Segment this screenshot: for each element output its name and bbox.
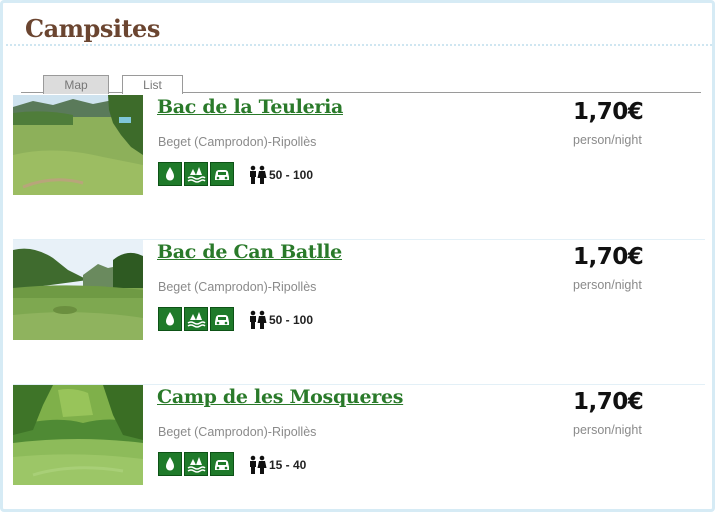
campsite-photo[interactable] [13, 385, 143, 485]
car-icon [210, 307, 234, 331]
campsite-location: Beget (Camprodon)-Ripollès [158, 425, 317, 439]
tab-list[interactable]: List [122, 75, 183, 94]
view-tabs: Map List [21, 73, 701, 94]
capacity-range: 50 - 100 [269, 168, 314, 182]
campsite-card: Camp de les Mosqueres Beget (Camprodon)-… [13, 385, 705, 512]
price: 1,70€ [573, 244, 644, 270]
tab-map[interactable]: Map [43, 75, 109, 94]
people-icon [250, 455, 267, 474]
capacity-range: 50 - 100 [269, 313, 314, 327]
price-unit: person/night [573, 278, 642, 292]
people-icon [250, 310, 267, 329]
people-icon [250, 165, 267, 184]
river-icon [184, 307, 208, 331]
price: 1,70€ [573, 99, 644, 125]
campsite-photo[interactable] [13, 240, 143, 340]
panel-header: Campsites [6, 6, 712, 46]
campsite-card: Bac de Can Batlle Beget (Camprodon)-Ripo… [13, 240, 705, 385]
water-drop-icon [158, 452, 182, 476]
river-icon [184, 452, 208, 476]
price: 1,70€ [573, 389, 644, 415]
car-icon [210, 162, 234, 186]
campsite-photo[interactable] [13, 95, 143, 195]
price-unit: person/night [573, 133, 642, 147]
campsite-name-link[interactable]: Bac de Can Batlle [157, 241, 342, 263]
campsite-card: Bac de la Teuleria Beget (Camprodon)-Rip… [13, 95, 705, 240]
page-title: Campsites [25, 14, 160, 43]
campsite-name-link[interactable]: Bac de la Teuleria [157, 96, 343, 118]
campsite-name-link[interactable]: Camp de les Mosqueres [157, 386, 403, 408]
campsite-location: Beget (Camprodon)-Ripollès [158, 280, 317, 294]
campsite-list: Bac de la Teuleria Beget (Camprodon)-Rip… [13, 95, 705, 512]
water-drop-icon [158, 162, 182, 186]
river-icon [184, 162, 208, 186]
price-unit: person/night [573, 423, 642, 437]
capacity-range: 15 - 40 [269, 458, 307, 472]
campsite-location: Beget (Camprodon)-Ripollès [158, 135, 317, 149]
water-drop-icon [158, 307, 182, 331]
car-icon [210, 452, 234, 476]
